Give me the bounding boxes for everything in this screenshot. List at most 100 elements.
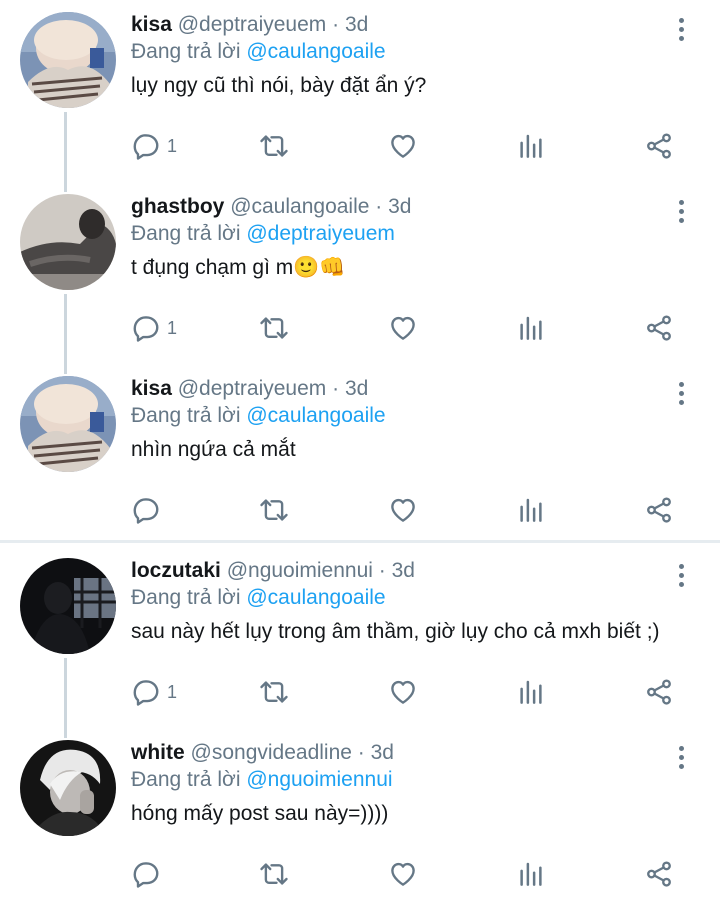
like-button[interactable]	[388, 129, 418, 163]
share-button[interactable]	[644, 129, 674, 163]
more-options-icon[interactable]	[678, 564, 684, 588]
stats-icon	[516, 677, 546, 707]
avatar[interactable]	[20, 558, 116, 654]
more-options-icon[interactable]	[678, 18, 684, 42]
display-name[interactable]: loczutaki	[131, 559, 221, 582]
user-handle[interactable]: @songvideadline	[191, 741, 352, 764]
like-button[interactable]	[388, 675, 418, 709]
retweet-icon	[259, 677, 289, 707]
retweet-button[interactable]	[259, 493, 289, 527]
avatar[interactable]	[20, 12, 116, 108]
user-handle[interactable]: @deptraiyeuem	[178, 13, 327, 36]
reply-count: 1	[167, 135, 178, 156]
reply-button[interactable]	[131, 857, 167, 891]
reply-context: Đang trả lời @deptraiyeuem	[131, 220, 680, 248]
like-button[interactable]	[388, 311, 418, 345]
tweet[interactable]: loczutaki @nguoimiennui · 3d Đang trả lờ…	[0, 546, 720, 728]
retweet-icon	[259, 313, 289, 343]
reply-mention-link[interactable]: @caulangoaile	[246, 40, 385, 63]
share-button[interactable]	[644, 675, 674, 709]
like-button[interactable]	[388, 493, 418, 527]
analytics-button[interactable]	[516, 857, 546, 891]
share-icon	[644, 677, 674, 707]
heart-icon	[388, 131, 418, 161]
timestamp[interactable]: · 3d	[379, 559, 415, 582]
thread-divider	[0, 540, 720, 543]
like-button[interactable]	[388, 857, 418, 891]
reply-context: Đang trả lời @caulangoaile	[131, 584, 680, 612]
more-options-icon[interactable]	[678, 200, 684, 224]
user-avatar-icon	[20, 558, 116, 654]
avatar[interactable]	[20, 376, 116, 472]
reply-context: Đang trả lời @caulangoaile	[131, 402, 680, 430]
more-options-icon[interactable]	[678, 382, 684, 406]
display-name[interactable]: ghastboy	[131, 195, 224, 218]
reply-icon	[131, 677, 161, 707]
share-icon	[644, 495, 674, 525]
retweet-button[interactable]	[259, 129, 289, 163]
reply-count: 1	[167, 317, 178, 338]
share-button[interactable]	[644, 493, 674, 527]
timestamp[interactable]: · 3d	[358, 741, 394, 764]
reply-icon	[131, 495, 161, 525]
reply-icon	[131, 131, 161, 161]
tweet-header: white @songvideadline · 3d	[131, 740, 680, 766]
tweet-text: sau này hết lụy trong âm thầm, giờ lụy c…	[131, 620, 660, 643]
retweet-icon	[259, 131, 289, 161]
display-name[interactable]: kisa	[131, 377, 172, 400]
heart-icon	[388, 859, 418, 889]
timestamp[interactable]: · 3d	[375, 195, 411, 218]
share-icon	[644, 131, 674, 161]
reply-button[interactable]: 1	[131, 675, 177, 709]
retweet-button[interactable]	[259, 675, 289, 709]
analytics-button[interactable]	[516, 311, 546, 345]
reply-mention-link[interactable]: @caulangoaile	[246, 404, 385, 427]
analytics-button[interactable]	[516, 129, 546, 163]
user-handle[interactable]: @caulangoaile	[230, 195, 369, 218]
retweet-button[interactable]	[259, 857, 289, 891]
share-icon	[644, 859, 674, 889]
reply-mention-link[interactable]: @deptraiyeuem	[246, 222, 395, 245]
stats-icon	[516, 131, 546, 161]
tweet-text: t đụng chạm gì m🙂👊	[131, 256, 346, 279]
tweet-header: kisa @deptraiyeuem · 3d	[131, 376, 680, 402]
tweet-text: hóng mấy post sau này=))))	[131, 802, 389, 825]
tweet-actions: 1	[131, 675, 691, 709]
tweet[interactable]: white @songvideadline · 3d Đang trả lời …	[0, 728, 720, 906]
retweet-button[interactable]	[259, 311, 289, 345]
user-handle[interactable]: @nguoimiennui	[227, 559, 373, 582]
reply-prefix: Đang trả lời	[131, 404, 241, 427]
timestamp[interactable]: · 3d	[332, 377, 368, 400]
tweet-header: loczutaki @nguoimiennui · 3d	[131, 558, 680, 584]
more-options-icon[interactable]	[678, 746, 684, 770]
analytics-button[interactable]	[516, 493, 546, 527]
display-name[interactable]: white	[131, 741, 185, 764]
reply-mention-link[interactable]: @nguoimiennui	[246, 768, 392, 791]
tweet-header: kisa @deptraiyeuem · 3d	[131, 12, 680, 38]
reply-button[interactable]: 1	[131, 311, 177, 345]
reply-count: 1	[167, 681, 178, 702]
display-name[interactable]: kisa	[131, 13, 172, 36]
reply-context: Đang trả lời @caulangoaile	[131, 38, 680, 66]
retweet-icon	[259, 495, 289, 525]
tweet-actions: 1	[131, 311, 691, 345]
analytics-button[interactable]	[516, 675, 546, 709]
avatar[interactable]	[20, 194, 116, 290]
tweet-text: nhìn ngứa cả mắt	[131, 438, 296, 461]
user-handle[interactable]: @deptraiyeuem	[178, 377, 327, 400]
reply-prefix: Đang trả lời	[131, 768, 241, 791]
tweet[interactable]: ghastboy @caulangoaile · 3d Đang trả lời…	[0, 182, 720, 364]
reply-button[interactable]: 1	[131, 129, 177, 163]
reply-prefix: Đang trả lời	[131, 222, 241, 245]
reply-button[interactable]	[131, 493, 167, 527]
reply-mention-link[interactable]: @caulangoaile	[246, 586, 385, 609]
tweet[interactable]: kisa @deptraiyeuem · 3d Đang trả lời @ca…	[0, 0, 720, 182]
timestamp[interactable]: · 3d	[332, 13, 368, 36]
share-button[interactable]	[644, 857, 674, 891]
reply-prefix: Đang trả lời	[131, 40, 241, 63]
share-button[interactable]	[644, 311, 674, 345]
tweet[interactable]: kisa @deptraiyeuem · 3d Đang trả lời @ca…	[0, 364, 720, 540]
tweet-header: ghastboy @caulangoaile · 3d	[131, 194, 680, 220]
avatar[interactable]	[20, 740, 116, 836]
reply-icon	[131, 313, 161, 343]
